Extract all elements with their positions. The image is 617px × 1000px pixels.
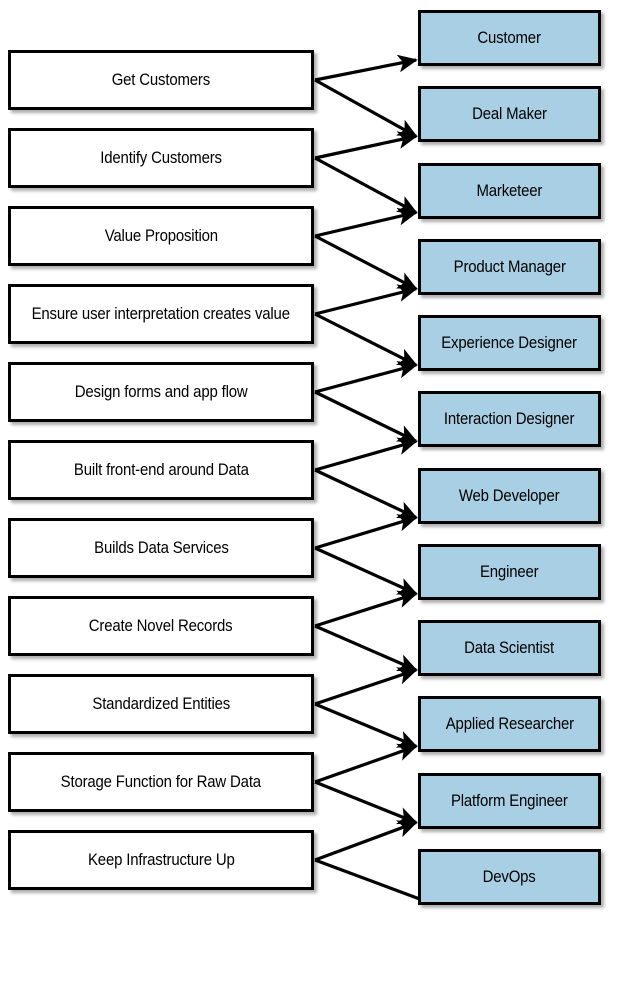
- task-node-t4[interactable]: Ensure user interpretation creates value: [8, 284, 314, 344]
- task-node-label: Standardized Entities: [92, 694, 230, 714]
- task-node-t1[interactable]: Get Customers: [8, 50, 314, 110]
- task-node-label: Get Customers: [111, 70, 211, 90]
- task-node-t9[interactable]: Standardized Entities: [8, 674, 314, 734]
- role-node-r11[interactable]: Platform Engineer: [418, 772, 601, 829]
- diagram-canvas: Get Customers Identify Customers Value Pro…: [0, 0, 617, 1000]
- role-node-r10[interactable]: Applied Researcher: [418, 696, 601, 753]
- role-node-r7[interactable]: Web Developer: [418, 467, 601, 524]
- role-node-label: Marketeer: [476, 180, 543, 200]
- role-node-label: Experience Designer: [441, 333, 578, 353]
- connector-t4-to-r5: [314, 312, 418, 367]
- role-node-label: Product Manager: [453, 256, 566, 276]
- role-node-r9[interactable]: Data Scientist: [418, 620, 601, 676]
- task-node-label: Create Novel Records: [89, 616, 233, 636]
- connector-t9-to-r10: [314, 702, 418, 748]
- task-node-t3[interactable]: Value Proposition: [8, 206, 314, 266]
- task-node-t8[interactable]: Create Novel Records: [8, 596, 314, 656]
- connector-group: [314, 54, 420, 901]
- task-node-label: Value Proposition: [104, 226, 218, 246]
- connector-t3-to-r4: [314, 234, 418, 291]
- connector-t4-to-r4: [314, 284, 418, 316]
- connector-t3-to-r3: [314, 207, 418, 238]
- task-node-label: Built front-end around Data: [73, 460, 249, 480]
- task-node-t5[interactable]: Design forms and app flow: [8, 362, 314, 422]
- task-node-t6[interactable]: Built front-end around Data: [8, 440, 314, 500]
- role-node-r2[interactable]: Deal Maker: [418, 86, 601, 143]
- role-node-label: Data Scientist: [464, 638, 555, 658]
- connector-t9-to-r9: [314, 667, 418, 706]
- task-node-t2[interactable]: Identify Customers: [8, 128, 314, 188]
- connector-t11-to-r11: [314, 820, 418, 862]
- connector-t8-to-r9: [314, 624, 418, 672]
- task-node-label: Ensure user interpretation creates value: [31, 304, 291, 324]
- role-node-r4[interactable]: Product Manager: [418, 238, 601, 295]
- connector-t5-to-r6: [314, 390, 418, 443]
- task-node-t10[interactable]: Storage Function for Raw Data: [8, 752, 314, 812]
- connector-t8-to-r8: [314, 590, 418, 628]
- role-node-r3[interactable]: Marketeer: [418, 162, 601, 219]
- task-node-t11[interactable]: Keep Infrastructure Up: [8, 830, 314, 890]
- connector-t2-to-r3: [314, 156, 418, 214]
- role-node-label: Platform Engineer: [451, 790, 568, 810]
- role-node-label: DevOps: [483, 866, 536, 886]
- connector-t5-to-r5: [314, 360, 418, 394]
- task-node-label: Keep Infrastructure Up: [87, 850, 235, 870]
- role-node-r8[interactable]: Engineer: [418, 543, 601, 600]
- role-node-label: Engineer: [480, 561, 539, 581]
- connector-t1-to-r1: [314, 54, 418, 82]
- connector-t1-to-r2: [314, 78, 418, 138]
- role-node-label: Web Developer: [459, 485, 560, 505]
- role-node-label: Customer: [477, 28, 542, 48]
- connector-t2-to-r2: [314, 131, 418, 160]
- role-node-r6[interactable]: Interaction Designer: [418, 391, 601, 448]
- role-node-label: Applied Researcher: [445, 714, 574, 734]
- connector-t7-to-r7: [314, 514, 418, 550]
- role-node-label: Interaction Designer: [444, 409, 575, 429]
- connector-t6-to-r6: [314, 437, 418, 472]
- connector-t6-to-r7: [314, 468, 418, 519]
- connector-t10-to-r10: [314, 743, 418, 784]
- task-node-label: Builds Data Services: [93, 538, 229, 558]
- role-node-r5[interactable]: Experience Designer: [418, 315, 601, 371]
- task-node-label: Design forms and app flow: [74, 382, 248, 402]
- task-node-label: Identify Customers: [100, 148, 222, 168]
- connector-t7-to-r8: [314, 546, 418, 596]
- connector-t11-to-r12: [314, 858, 420, 901]
- task-node-label: Storage Function for Raw Data: [60, 772, 262, 792]
- role-node-label: Deal Maker: [472, 104, 547, 124]
- task-node-t7[interactable]: Builds Data Services: [8, 518, 314, 578]
- role-node-r1[interactable]: Customer: [418, 10, 601, 66]
- connector-t10-to-r11: [314, 780, 418, 825]
- role-node-r12[interactable]: DevOps: [418, 848, 601, 905]
